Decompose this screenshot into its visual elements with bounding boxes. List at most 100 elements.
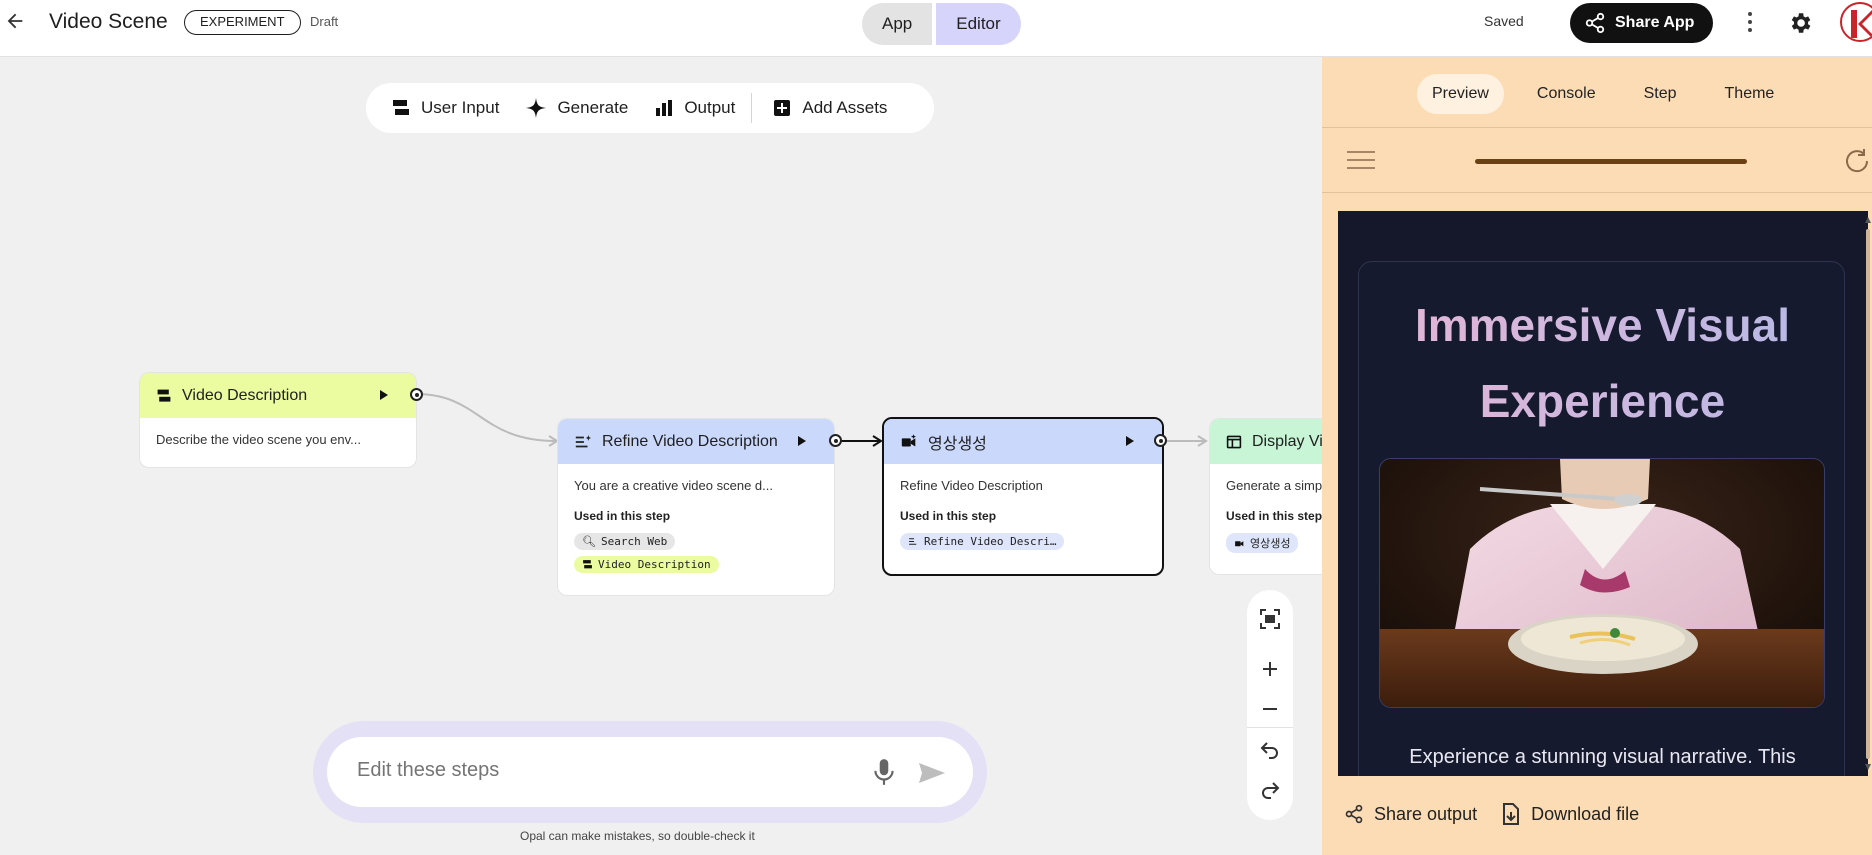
node-video-description[interactable]: Video Description Describe the video sce… (139, 372, 417, 468)
sparkle-icon (526, 97, 547, 119)
progress-bar (1475, 159, 1747, 164)
user-input-icon (583, 560, 592, 569)
node-toolbar: User Input Generate Output Add Assets (366, 83, 934, 133)
node-header: Display Vid (1210, 419, 1339, 464)
panel-tabs: Preview Console Step Theme (1417, 74, 1807, 114)
tab-console[interactable]: Console (1522, 74, 1611, 114)
output-port[interactable] (829, 434, 842, 447)
node-description: Generate a simp (1226, 478, 1323, 493)
app-header: Video Scene EXPERIMENT Draft App Editor … (0, 0, 1872, 57)
user-input-icon (393, 100, 409, 115)
node-title: Video Description (182, 386, 308, 404)
preview-image (1379, 458, 1825, 708)
preview-scrollbar[interactable] (1864, 211, 1872, 776)
output-port[interactable] (410, 388, 423, 401)
edge-description-to-refine (415, 393, 557, 442)
generate-text-icon (909, 538, 917, 545)
preview-toolbar (1322, 127, 1872, 193)
menu-icon[interactable] (1347, 150, 1375, 170)
tab-theme[interactable]: Theme (1710, 74, 1790, 114)
node-description: Describe the video scene you env... (156, 432, 361, 447)
tab-preview[interactable]: Preview (1417, 74, 1504, 114)
share-output-button[interactable]: Share output (1344, 803, 1477, 825)
preview-description: Experience a stunning visual narrative. … (1409, 746, 1796, 768)
back-arrow-icon[interactable] (4, 10, 26, 32)
toolbar-generate[interactable]: Generate (525, 97, 628, 119)
disclaimer-text: Opal can make mistakes, so double-check … (520, 829, 755, 843)
toolbar-add-assets[interactable]: Add Assets (772, 98, 887, 118)
fit-to-screen-icon[interactable] (1258, 607, 1282, 631)
save-status: Saved (1484, 13, 1524, 29)
run-play-icon[interactable] (798, 436, 806, 446)
node-header: Video Description (140, 373, 416, 418)
node-title: Refine Video Description (602, 432, 778, 450)
node-description: Refine Video Description (900, 478, 1043, 493)
node-title: 영상생성 (928, 435, 987, 453)
send-icon[interactable] (917, 761, 947, 785)
output-chart-icon (656, 100, 673, 116)
experiment-badge: EXPERIMENT (184, 10, 301, 35)
search-icon: 🔍︎ (582, 535, 596, 548)
tag-video-description[interactable]: Video Description (574, 556, 719, 573)
download-file-icon (1503, 803, 1520, 825)
tag-video-generation[interactable]: 영상생성 (1226, 533, 1299, 553)
tab-app[interactable]: App (862, 3, 933, 45)
node-body: Generate a simp Used in this step 영상생성 (1210, 464, 1339, 567)
share-output-label: Share output (1374, 803, 1478, 824)
node-body: You are a creative video scene d... Used… (558, 464, 834, 587)
share-app-label: Share App (1615, 14, 1695, 31)
download-file-button[interactable]: Download file (1501, 803, 1639, 825)
microphone-icon[interactable] (871, 757, 897, 787)
toolbar-generate-label: Generate (557, 98, 629, 117)
tag-search-web[interactable]: 🔍︎ Search Web (574, 533, 676, 550)
toolbar-output[interactable]: Output (654, 98, 735, 118)
toolbar-user-input[interactable]: User Input (391, 98, 499, 118)
edit-steps-input[interactable] (357, 759, 837, 782)
settings-gear-icon[interactable] (1787, 10, 1813, 36)
share-app-button[interactable]: Share App (1570, 3, 1713, 43)
zoom-out-icon[interactable] (1258, 697, 1282, 721)
zoom-divider (1247, 727, 1293, 728)
tab-step[interactable]: Step (1629, 74, 1692, 114)
download-file-label: Download file (1531, 803, 1640, 824)
run-play-icon[interactable] (1126, 436, 1134, 446)
redo-icon[interactable] (1258, 777, 1282, 801)
avatar-logo-icon (1851, 10, 1872, 38)
used-in-step-label: Used in this step (1226, 509, 1323, 523)
used-in-step-label: Used in this step (574, 509, 671, 523)
used-in-step-label: Used in this step (900, 509, 997, 523)
zoom-in-icon[interactable] (1258, 657, 1282, 681)
mode-switch: App Editor (862, 3, 1021, 45)
node-header: Refine Video Description (558, 419, 834, 464)
node-header: 영상생성 (884, 419, 1162, 464)
node-refine-video-description[interactable]: Refine Video Description You are a creat… (557, 418, 835, 596)
toolbar-user-input-label: User Input (421, 98, 500, 117)
generate-text-icon (575, 434, 592, 447)
app-title[interactable]: Video Scene (49, 10, 168, 34)
share-icon (1585, 12, 1605, 34)
node-title: Display Vid (1252, 432, 1332, 450)
more-options-icon[interactable] (1743, 8, 1757, 36)
toolbar-output-label: Output (684, 98, 736, 117)
tab-editor[interactable]: Editor (936, 3, 1021, 45)
tag-refine-video-description[interactable]: Refine Video Descri… (900, 533, 1065, 550)
toolbar-divider (751, 93, 753, 123)
preview-panel: Preview Console Step Theme Immersive Vis… (1322, 57, 1872, 855)
node-description: You are a creative video scene d... (574, 478, 773, 493)
refresh-icon[interactable] (1842, 146, 1872, 176)
display-window-icon (1226, 435, 1242, 448)
node-body: Refine Video Description Used in this st… (884, 464, 1162, 564)
node-display-video[interactable]: Display Vid Generate a simp Used in this… (1209, 418, 1339, 575)
user-input-icon (157, 389, 171, 402)
node-video-generation[interactable]: 영상생성 Refine Video Description Used in th… (882, 417, 1164, 576)
share-icon (1345, 804, 1363, 824)
undo-icon[interactable] (1258, 737, 1282, 761)
video-generate-icon (901, 433, 917, 446)
video-generate-icon (1235, 540, 1244, 546)
run-play-icon[interactable] (380, 390, 388, 400)
prompt-box (327, 737, 973, 807)
user-avatar[interactable] (1840, 2, 1872, 42)
output-port[interactable] (1154, 434, 1167, 447)
canvas-zoom-controls (1247, 590, 1293, 820)
add-box-icon (774, 100, 791, 116)
